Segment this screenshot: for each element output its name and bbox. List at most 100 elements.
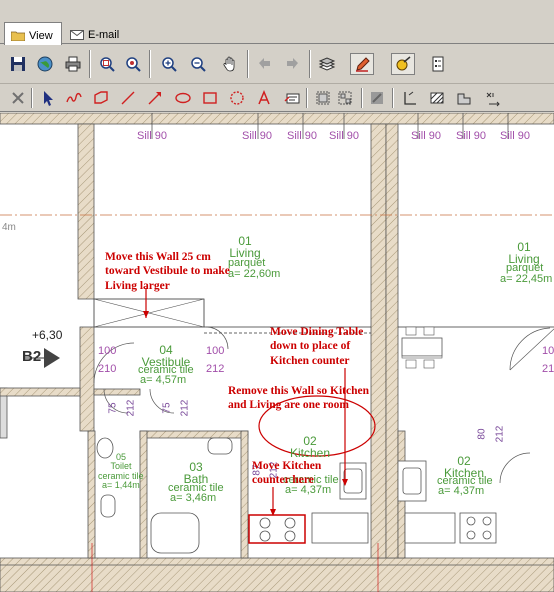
sill-label: Sill 90	[456, 130, 486, 142]
note-move-counter[interactable]: Move Kitchen counter here	[252, 459, 342, 488]
grid-label: 4m	[2, 222, 16, 233]
dimension-icon	[404, 91, 416, 105]
toolbar-separator	[149, 50, 151, 78]
rectangle-tool-button[interactable]	[198, 87, 222, 109]
markup-pencil-button[interactable]	[350, 53, 374, 75]
door-height-label: 212	[125, 399, 137, 417]
arrow-icon	[148, 92, 161, 105]
door-width-label: 75	[161, 402, 173, 414]
toolbar-separator	[392, 88, 394, 108]
door-height-label: 212	[179, 399, 191, 417]
rectangle-icon	[203, 92, 217, 104]
envelope-icon	[70, 29, 84, 40]
properties-button[interactable]	[426, 53, 450, 75]
door-height-label: 210	[542, 363, 554, 375]
select-tool-button[interactable]	[36, 87, 60, 109]
text-icon	[258, 90, 270, 105]
door-width-label: 100	[206, 345, 225, 357]
pan-button[interactable]	[218, 53, 242, 75]
forward-arrow-icon	[287, 58, 298, 69]
sill-label: Sill 90	[329, 130, 359, 142]
print-button[interactable]	[61, 53, 85, 75]
note-move-wall[interactable]: Move this Wall 25 cm toward Vestibule to…	[105, 250, 245, 293]
interior-wall-left	[77, 123, 95, 300]
zoom-extents-button[interactable]	[95, 53, 119, 75]
markup-layer-icon	[371, 92, 383, 104]
living-right-area: a= 22,45m	[500, 273, 553, 285]
back-arrow-icon	[259, 58, 270, 69]
cloud-shape-tool-button[interactable]	[225, 87, 249, 109]
main-toolbar	[0, 44, 554, 84]
wall-to-remove	[240, 430, 249, 559]
ellipse-tool-button[interactable]	[171, 87, 195, 109]
cloud-tool-button[interactable]	[62, 87, 86, 109]
door-width-label: 100	[542, 345, 554, 357]
freehand-icon	[66, 92, 82, 103]
markup-layer-button[interactable]	[365, 87, 389, 109]
printer-icon	[65, 56, 81, 72]
tab-bar: View E-mail	[0, 0, 554, 45]
toilet-area: a= 1,44m	[102, 480, 140, 490]
close-markup-button[interactable]	[6, 87, 30, 109]
note-remove-wall[interactable]: Remove this Wall so Kitchen and Living a…	[228, 384, 378, 413]
sill-label: Sill 90	[242, 130, 272, 142]
door-width-label: 100	[98, 345, 117, 357]
line-tool-button[interactable]	[116, 87, 140, 109]
web-publish-button[interactable]	[33, 53, 57, 75]
sill-label: Sill 90	[137, 130, 167, 142]
layers-button[interactable]	[315, 53, 339, 75]
ungroup-button[interactable]	[333, 87, 357, 109]
folder-icon	[11, 31, 25, 41]
kitchen-right-area: a= 4,37m	[438, 485, 485, 497]
exterior-wall-bottom	[0, 557, 554, 592]
line-icon	[121, 91, 135, 105]
polyline-tool-button[interactable]	[89, 87, 113, 109]
pencil-icon	[356, 57, 370, 72]
measure-button[interactable]	[391, 53, 415, 75]
note-move-table[interactable]: Move Dining Table down to place of Kitch…	[270, 325, 390, 368]
undo-view-button[interactable]	[253, 53, 277, 75]
text-tool-button[interactable]	[252, 87, 276, 109]
tab-view[interactable]: View	[4, 22, 62, 45]
door-height-label: 212	[206, 363, 225, 375]
save-button[interactable]	[6, 53, 30, 75]
section-arrow	[44, 348, 60, 368]
door-width-label: 80	[476, 428, 488, 440]
coordinates-button[interactable]	[481, 87, 505, 109]
zoom-in-button[interactable]	[157, 53, 181, 75]
dining-table-right	[401, 337, 443, 357]
toolbar-separator	[247, 50, 249, 78]
bath-area: a= 3,46m	[170, 492, 217, 504]
area-button[interactable]	[452, 87, 476, 109]
zoom-window-icon	[126, 57, 141, 72]
note-tool-button[interactable]	[280, 87, 304, 109]
toolbar-separator	[361, 88, 363, 108]
sill-label: Sill 90	[500, 130, 530, 142]
layers-icon	[318, 57, 336, 71]
dimension-button[interactable]	[398, 87, 422, 109]
cad-application-window: View E-mail Sill 90 Sill 90 Sill 90 Sill…	[0, 0, 554, 592]
tab-email-label: E-mail	[88, 28, 120, 41]
sill-label: Sill 90	[411, 130, 441, 142]
coordinates-icon	[486, 92, 500, 107]
group-button[interactable]	[311, 87, 335, 109]
zoom-out-button[interactable]	[186, 53, 210, 75]
redo-view-button[interactable]	[280, 53, 304, 75]
properties-icon	[432, 56, 444, 72]
hand-icon	[223, 56, 235, 72]
exterior-wall-top	[0, 113, 554, 125]
room-toilet: 05 Toilet	[110, 452, 132, 471]
toolbar-separator	[31, 88, 33, 108]
tab-email[interactable]: E-mail	[64, 22, 127, 44]
globe-icon	[37, 56, 53, 72]
toolbar-separator	[309, 50, 311, 78]
group-icon	[316, 91, 330, 105]
zoom-window-button[interactable]	[121, 53, 145, 75]
section-marker-label: B2	[22, 348, 42, 365]
arrow-tool-button[interactable]	[143, 87, 167, 109]
drawing-canvas[interactable]: Sill 90 Sill 90 Sill 90 Sill 90 Sill 90 …	[0, 113, 554, 592]
close-icon	[12, 92, 24, 104]
area-icon	[457, 93, 471, 105]
hatch-button[interactable]	[425, 87, 449, 109]
markup-toolbar	[0, 84, 554, 112]
